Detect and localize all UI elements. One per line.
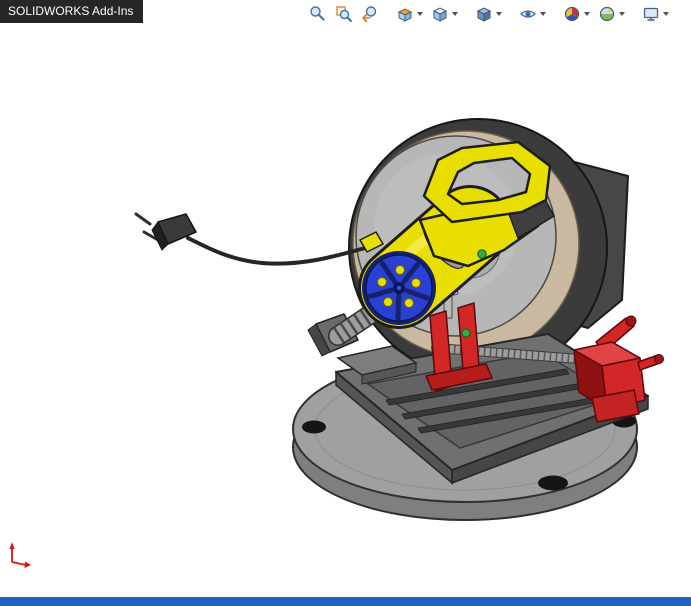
power-cord[interactable] — [186, 236, 374, 266]
toolbar-separator — [462, 14, 471, 15]
view-orientation-icon — [432, 7, 448, 22]
zoom-to-area-button[interactable] — [332, 3, 356, 25]
graphics-area[interactable] — [0, 0, 691, 606]
heads-up-view-toolbar — [305, 2, 673, 26]
toolbar-separator — [506, 14, 515, 15]
previous-view-button[interactable] — [358, 3, 382, 25]
toolbar-separator — [383, 14, 392, 15]
dropdown-caret-icon[interactable] — [452, 12, 458, 16]
origin-triad-icon — [9, 542, 31, 568]
rubber-foot[interactable] — [302, 420, 326, 434]
hide-show-items-icon — [520, 10, 536, 18]
view-settings-button[interactable] — [639, 3, 672, 25]
hide-show-items-button[interactable] — [516, 3, 549, 25]
dropdown-caret-icon[interactable] — [584, 12, 590, 16]
zoom-to-fit-button[interactable] — [306, 3, 330, 25]
apply-scene-icon — [599, 6, 615, 22]
section-view-button[interactable] — [393, 3, 426, 25]
thumb-screw[interactable] — [461, 328, 471, 338]
view-settings-icon — [643, 7, 659, 21]
solidworks-window: { "tab": { "label": "SOLIDWORKS Add-Ins"… — [0, 0, 691, 606]
view-orientation-button[interactable] — [428, 3, 461, 25]
dropdown-caret-icon[interactable] — [496, 12, 502, 16]
toolbar-separator — [629, 14, 638, 15]
toolbar-separator — [550, 14, 559, 15]
section-view-icon — [397, 8, 413, 22]
zoom-to-fit-icon — [310, 6, 325, 21]
dropdown-caret-icon[interactable] — [417, 12, 423, 16]
dropdown-caret-icon[interactable] — [540, 12, 546, 16]
power-plug[interactable] — [134, 212, 197, 251]
rubber-foot[interactable] — [538, 475, 568, 491]
dropdown-caret-icon[interactable] — [663, 12, 669, 16]
status-bar — [0, 597, 691, 606]
display-style-button[interactable] — [472, 3, 505, 25]
edit-appearance-icon — [564, 6, 580, 22]
edit-appearance-button[interactable] — [560, 3, 593, 25]
arbor-screw[interactable] — [477, 249, 487, 259]
apply-scene-button[interactable] — [595, 3, 628, 25]
dropdown-caret-icon[interactable] — [619, 12, 625, 16]
display-style-icon — [476, 7, 492, 22]
tab-solidworks-add-ins[interactable]: SOLIDWORKS Add-Ins — [0, 0, 144, 23]
zoom-to-area-icon — [336, 6, 352, 22]
motor-fan-cover[interactable] — [362, 251, 436, 325]
previous-view-icon — [362, 6, 377, 23]
